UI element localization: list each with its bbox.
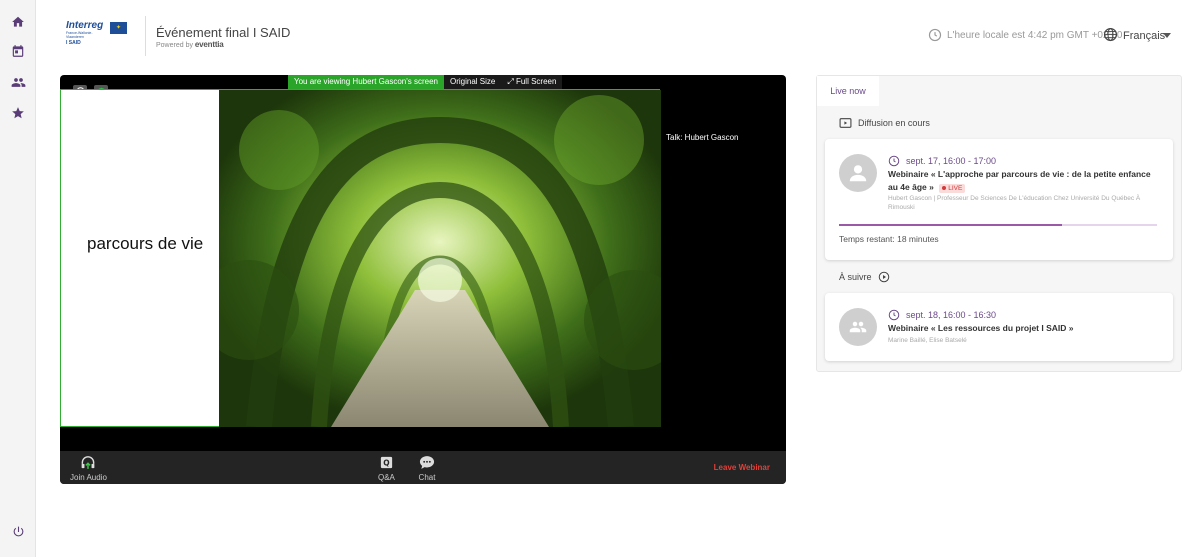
expand-icon: ⤢ [507, 77, 516, 86]
star-icon[interactable] [7, 102, 29, 124]
svg-text:Q: Q [383, 459, 389, 468]
next-session-speaker: Marine Baillé, Elise Batselé [888, 337, 967, 344]
section-next-title: À suivre [839, 271, 890, 283]
current-title-text: Webinaire « L'approche par parcours de v… [888, 169, 1151, 192]
chat-button[interactable]: Chat [418, 454, 436, 482]
webinar-player: You are viewing Hubert Gascon's screen O… [60, 75, 786, 484]
session-progress-bar [839, 224, 1157, 226]
avatar [839, 154, 877, 192]
join-audio-label: Join Audio [70, 473, 107, 482]
current-date-text: sept. 17, 16:00 - 17:00 [906, 156, 997, 166]
logo-subtitle: France-Wallonie-Vlaanderen [66, 31, 93, 39]
join-audio-button[interactable]: Join Audio [70, 454, 107, 482]
powered-by: Powered by eventtia [156, 40, 224, 49]
globe-icon[interactable] [1103, 27, 1118, 47]
live-panel: Live now Diffusion en cours sept. 17, 16… [816, 75, 1182, 372]
webinar-toolbar: Join Audio Q Q&A Chat Leave Webinar [60, 451, 786, 484]
language-selector[interactable]: Français [1123, 30, 1165, 42]
chevron-down-icon[interactable] [1163, 33, 1171, 38]
clock-icon [888, 155, 900, 167]
leave-webinar-button[interactable]: Leave Webinar [714, 463, 770, 472]
people-icon[interactable] [7, 71, 29, 93]
section-now-label: Diffusion en cours [858, 118, 930, 128]
headphones-icon [82, 456, 95, 469]
home-icon[interactable] [7, 11, 29, 33]
power-icon[interactable] [7, 520, 29, 542]
powered-prefix: Powered by [156, 42, 193, 49]
local-time: L'heure locale est 4:42 pm GMT +02:00 [947, 30, 1123, 41]
header: Interreg France-Wallonie-Vlaanderen I SA… [36, 0, 1200, 70]
calendar-icon[interactable] [7, 40, 29, 62]
logo-title: Interreg [66, 20, 104, 31]
chat-bubble-icon [419, 456, 435, 469]
eu-flag-icon: ✦ [110, 22, 127, 34]
shared-slide: parcours de vie [60, 89, 661, 427]
current-session-title[interactable]: Webinaire « L'approche par parcours de v… [888, 168, 1158, 194]
qa-button[interactable]: Q Q&A [378, 454, 395, 482]
next-date-text: sept. 18, 16:00 - 16:30 [906, 310, 997, 320]
garden-tunnel-photo [219, 90, 661, 427]
section-next-label: À suivre [839, 272, 872, 282]
clock-icon [888, 309, 900, 321]
live-dot-icon [942, 186, 947, 190]
tab-live-now[interactable]: Live now [817, 76, 879, 106]
next-session-title[interactable]: Webinaire « Les ressources du projet I S… [888, 322, 1158, 335]
powered-brand: eventtia [194, 40, 224, 49]
person-icon [849, 165, 867, 182]
play-circle-icon [878, 271, 889, 283]
live-badge-text: LIVE [948, 184, 963, 192]
header-divider [145, 16, 146, 56]
next-session-card[interactable]: sept. 18, 16:00 - 16:30 Webinaire « Les … [825, 293, 1173, 361]
screen-share-banner: You are viewing Hubert Gascon's screen O… [288, 75, 563, 89]
talk-label: Talk: Hubert Gascon [666, 133, 739, 142]
interreg-logo[interactable]: Interreg France-Wallonie-Vlaanderen I SA… [66, 20, 130, 48]
qa-icon: Q [380, 456, 393, 469]
clock-icon [928, 28, 942, 47]
people-icon [849, 321, 867, 333]
qa-label: Q&A [378, 473, 395, 482]
current-session-date: sept. 17, 16:00 - 17:00 [888, 155, 996, 167]
next-session-date: sept. 18, 16:00 - 16:30 [888, 309, 996, 321]
original-size-button[interactable]: Original Size [443, 75, 502, 89]
section-now-title: Diffusion en cours [839, 117, 930, 129]
full-screen-label: Full Screen [515, 77, 557, 86]
viewing-notice: You are viewing Hubert Gascon's screen [288, 75, 444, 89]
session-progress-fill [839, 224, 1062, 226]
current-session-speaker: Hubert Gascon | Professeur De Sciences D… [888, 195, 1141, 211]
avatar [839, 308, 877, 346]
side-rail [0, 0, 36, 557]
event-title: Événement final I SAID [156, 25, 291, 40]
logo-isaid: I SAID [66, 40, 81, 46]
slide-text: parcours de vie [87, 234, 204, 253]
current-session-card[interactable]: sept. 17, 16:00 - 17:00 Webinaire « L'ap… [825, 139, 1173, 260]
time-remaining: Temps restant: 18 minutes [839, 234, 939, 244]
chat-label: Chat [418, 473, 436, 482]
live-badge: LIVE [939, 183, 966, 193]
video-play-icon [839, 118, 852, 128]
full-screen-button[interactable]: ⤢ Full Screen [501, 75, 563, 89]
